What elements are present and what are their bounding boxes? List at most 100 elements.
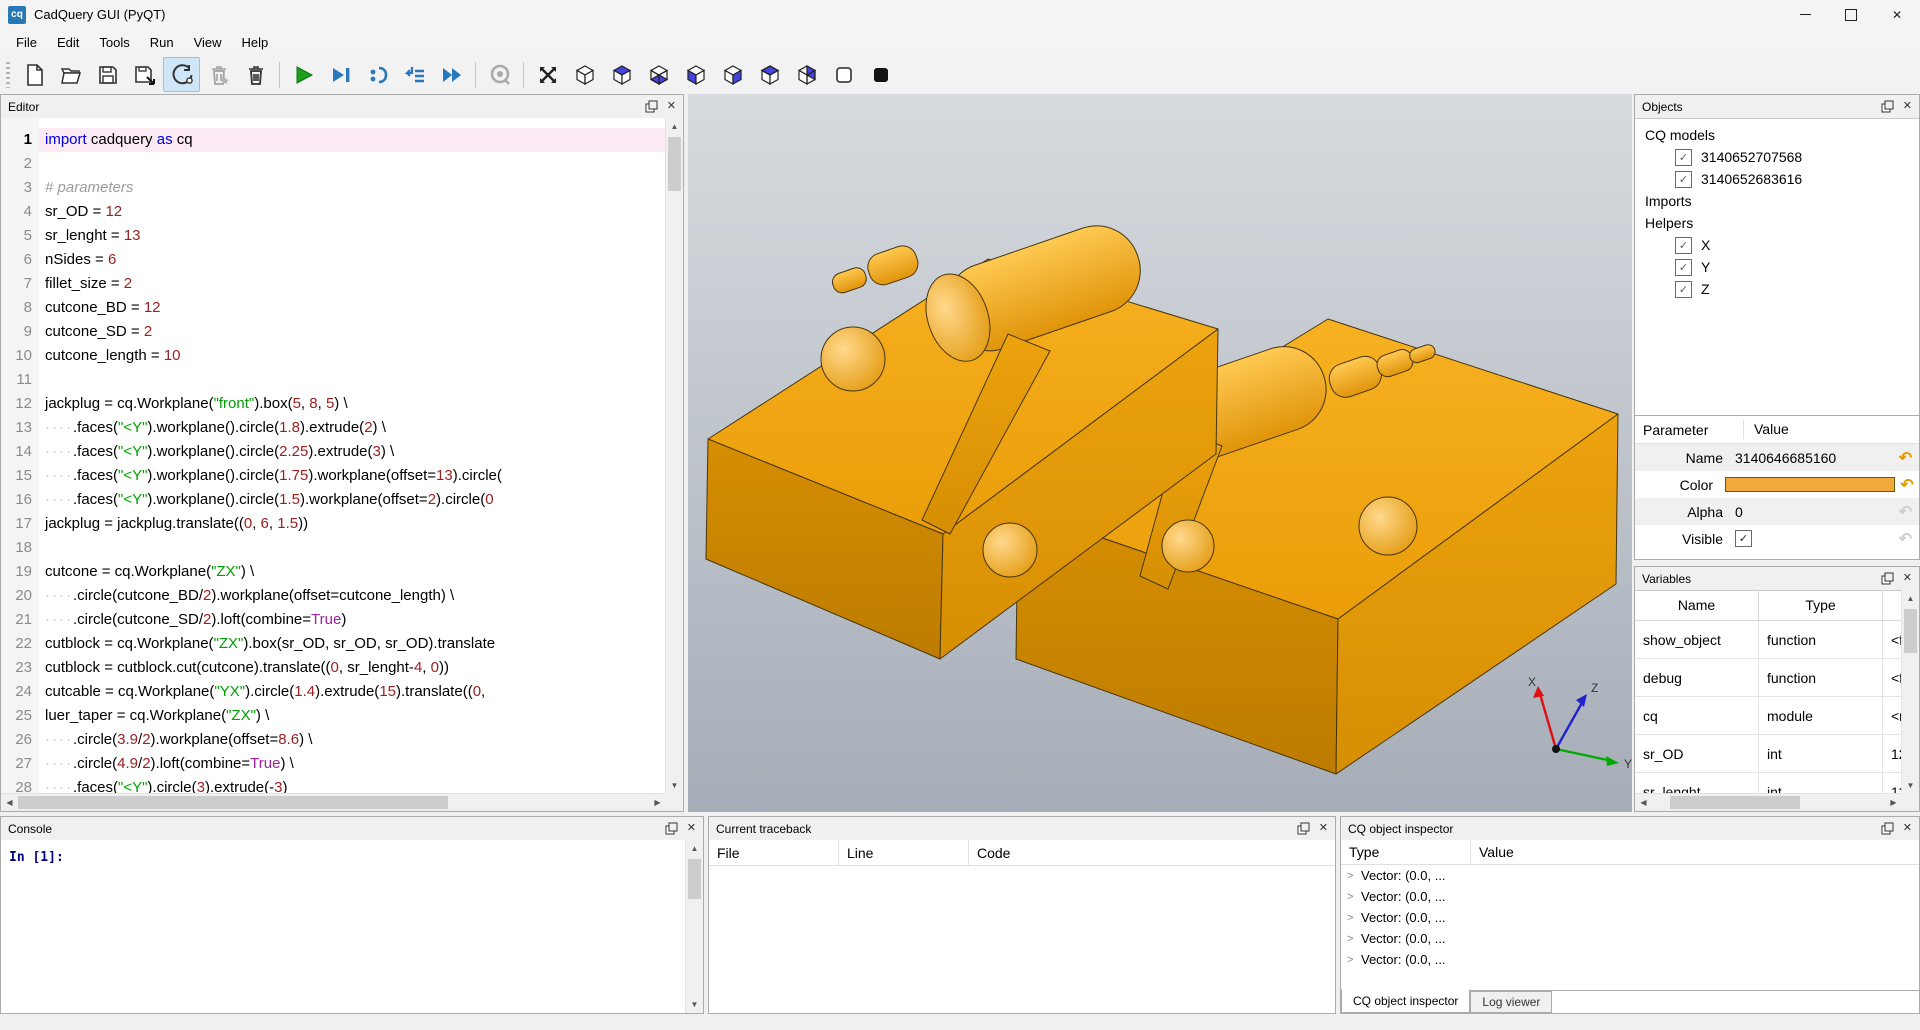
save-button[interactable]	[89, 57, 126, 92]
new-file-button[interactable]	[15, 57, 52, 92]
code-line[interactable]: cutcable = cq.Workplane("YX").circle(1.4…	[39, 680, 683, 704]
scroll-up-icon[interactable]: ▲	[686, 840, 703, 857]
code-line[interactable]: fillet_size = 2	[39, 272, 683, 296]
toolbar-drag-handle[interactable]	[6, 62, 10, 88]
tree-item-3140652683616[interactable]: ✓3140652683616	[1635, 168, 1919, 190]
close-button[interactable]: ✕	[1874, 0, 1920, 29]
float-panel-icon[interactable]	[1297, 822, 1310, 835]
code-line[interactable]: nSides = 6	[39, 248, 683, 272]
code-line[interactable]: cutblock = cq.Workplane("ZX").box(sr_OD,…	[39, 632, 683, 656]
expand-chevron-icon[interactable]: >	[1347, 891, 1361, 903]
code-line[interactable]: sr_OD = 12	[39, 200, 683, 224]
render-button[interactable]	[359, 57, 396, 92]
run-button[interactable]	[285, 57, 322, 92]
code-line[interactable]: ····.faces("<Y").workplane().circle(1.5)…	[39, 488, 683, 512]
variables-vscroll-thumb[interactable]	[1904, 609, 1917, 653]
variables-hscrollbar[interactable]: ◀ ▶	[1635, 793, 1902, 811]
code-line[interactable]: ····.faces("<Y").workplane().circle(2.25…	[39, 440, 683, 464]
view-bottom-button[interactable]	[640, 57, 677, 92]
maximize-button[interactable]	[1828, 0, 1874, 29]
shaded-mode-button[interactable]	[862, 57, 899, 92]
checkbox[interactable]: ✓	[1675, 259, 1692, 276]
close-panel-icon[interactable]: ✕	[1903, 573, 1912, 584]
scroll-up-icon[interactable]: ▲	[1902, 590, 1919, 607]
code-line[interactable]: cutcone = cq.Workplane("ZX") \	[39, 560, 683, 584]
expand-chevron-icon[interactable]: >	[1347, 954, 1361, 966]
menu-help[interactable]: Help	[232, 31, 279, 54]
expand-chevron-icon[interactable]: >	[1347, 933, 1361, 945]
menu-view[interactable]: View	[184, 31, 232, 54]
float-panel-icon[interactable]	[645, 100, 658, 113]
code-line[interactable]: ····.faces("<Y").circle(3).extrude(-3)	[39, 776, 683, 794]
view-left-button[interactable]	[677, 57, 714, 92]
inspector-row[interactable]: >Vector: (0.0, ...	[1341, 907, 1919, 928]
code-line[interactable]: ····.faces("<Y").workplane().circle(1.75…	[39, 464, 683, 488]
close-panel-icon[interactable]: ✕	[667, 101, 676, 112]
view-iso-button[interactable]	[566, 57, 603, 92]
variable-row-sr_OD[interactable]: sr_ODint12	[1635, 735, 1902, 773]
delete-button[interactable]	[237, 57, 274, 92]
save-as-button[interactable]	[126, 57, 163, 92]
step-button[interactable]	[396, 57, 433, 92]
code-line[interactable]: sr_lenght = 13	[39, 224, 683, 248]
code-line[interactable]: ····.circle(4.9/2).loft(combine=True) \	[39, 752, 683, 776]
close-panel-icon[interactable]: ✕	[687, 823, 696, 834]
tree-item-3140652707568[interactable]: ✓3140652707568	[1635, 146, 1919, 168]
float-panel-icon[interactable]	[665, 822, 678, 835]
inspector-row[interactable]: >Vector: (0.0, ...	[1341, 949, 1919, 970]
continue-button[interactable]	[433, 57, 470, 92]
float-panel-icon[interactable]	[1881, 572, 1894, 585]
tree-group-cq-models[interactable]: CQ models	[1635, 124, 1919, 146]
console-input-area[interactable]: In [1]:	[1, 840, 686, 1013]
fit-view-button[interactable]	[529, 57, 566, 92]
view-back-button[interactable]	[751, 57, 788, 92]
view-top-button[interactable]	[603, 57, 640, 92]
editor-vscroll-thumb[interactable]	[668, 137, 681, 191]
debug-button[interactable]	[322, 57, 359, 92]
code-line[interactable]: jackplug = cq.Workplane("front").box(5, …	[39, 392, 683, 416]
view-front-button[interactable]	[714, 57, 751, 92]
expand-chevron-icon[interactable]: >	[1347, 870, 1361, 882]
scroll-left-icon[interactable]: ◀	[1, 794, 18, 811]
checkbox[interactable]: ✓	[1675, 281, 1692, 298]
scroll-right-icon[interactable]: ▶	[649, 794, 666, 811]
scroll-down-icon[interactable]: ▼	[666, 777, 683, 794]
code-line[interactable]: jackplug = jackplug.translate((0, 6, 1.5…	[39, 512, 683, 536]
code-line[interactable]: ····.circle(cutcone_BD/2).workplane(offs…	[39, 584, 683, 608]
inspector-row[interactable]: >Vector: (0.0, ...	[1341, 865, 1919, 886]
checkbox[interactable]: ✓	[1675, 237, 1692, 254]
code-editor[interactable]: 1234567891011121314151617181920212223242…	[1, 118, 683, 794]
variable-row-show_object[interactable]: show_objectfunction<f	[1635, 621, 1902, 659]
code-line[interactable]: import cadquery as cq	[39, 128, 683, 152]
tree-item-x[interactable]: ✓X	[1635, 234, 1919, 256]
undo-button[interactable]: ↶	[1895, 475, 1919, 495]
variables-column-header[interactable]	[1883, 590, 1902, 620]
menu-file[interactable]: File	[6, 31, 47, 54]
console-vscrollbar[interactable]: ▲ ▼	[685, 840, 703, 1013]
scroll-left-icon[interactable]: ◀	[1635, 794, 1652, 811]
code-line[interactable]: cutcone_BD = 12	[39, 296, 683, 320]
code-line[interactable]: ····.circle(cutcone_SD/2).loft(combine=T…	[39, 608, 683, 632]
3d-viewport[interactable]: X Z Y	[688, 94, 1632, 812]
editor-vscrollbar[interactable]: ▲ ▼	[665, 118, 683, 794]
code-line[interactable]	[39, 152, 683, 176]
code-line[interactable]: cutcone_SD = 2	[39, 320, 683, 344]
editor-hscrollbar[interactable]: ◀ ▶	[1, 793, 666, 811]
menu-edit[interactable]: Edit	[47, 31, 89, 54]
tree-group-helpers[interactable]: Helpers	[1635, 212, 1919, 234]
code-line[interactable]: cutcone_length = 10	[39, 344, 683, 368]
editor-hscroll-thumb[interactable]	[18, 796, 448, 809]
visible-checkbox[interactable]: ✓	[1735, 530, 1752, 547]
expand-chevron-icon[interactable]: >	[1347, 912, 1361, 924]
code-line[interactable]	[39, 536, 683, 560]
undo-button[interactable]: ↶	[1892, 448, 1919, 468]
code-line[interactable]: ····.circle(3.9/2).workplane(offset=8.6)…	[39, 728, 683, 752]
tab-log-viewer[interactable]: Log viewer	[1470, 991, 1552, 1013]
wireframe-mode-button[interactable]	[825, 57, 862, 92]
objects-tree[interactable]: CQ models✓3140652707568✓3140652683616Imp…	[1635, 118, 1919, 421]
inspector-row[interactable]: >Vector: (0.0, ...	[1341, 886, 1919, 907]
close-panel-icon[interactable]: ✕	[1903, 101, 1912, 112]
code-line[interactable]	[39, 368, 683, 392]
menu-run[interactable]: Run	[140, 31, 184, 54]
console-button[interactable]	[481, 57, 518, 92]
